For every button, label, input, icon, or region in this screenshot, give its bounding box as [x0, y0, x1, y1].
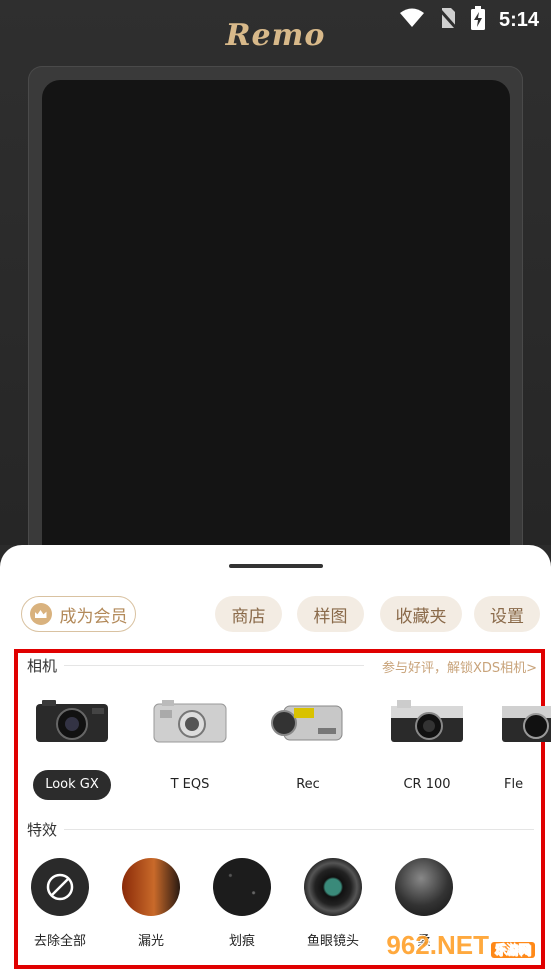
section-divider [64, 665, 364, 666]
selection-panel: 相机 参与好评，解锁XDS相机> Look GX T EQS Rec CR 10… [14, 649, 551, 969]
settings-label: 设置 [490, 606, 524, 627]
retro-camera-icon [502, 706, 551, 742]
camera-label: Fle [504, 777, 524, 792]
become-member-button[interactable]: 成为会员 [21, 596, 136, 632]
effect-label: 鱼眼镜头 [306, 934, 359, 949]
sheet-drag-handle[interactable] [229, 564, 323, 568]
site-watermark: 962.NET 乐游网 [386, 930, 535, 961]
favorites-label: 收藏夹 [395, 606, 447, 627]
shop-button[interactable]: 商店 [215, 596, 282, 632]
app-logo: Remo [225, 18, 326, 53]
favorites-button[interactable]: 收藏夹 [380, 596, 462, 632]
camera-item-rec[interactable]: Rec [263, 698, 353, 800]
camera-label: T EQS [170, 777, 210, 792]
effect-item-remove-all[interactable]: 去除全部 [18, 858, 102, 949]
unlock-promo-link[interactable]: 参与好评，解锁XDS相机> [382, 657, 537, 676]
camera-label: Look GX [33, 770, 111, 800]
camera-label: CR 100 [403, 777, 451, 792]
camera-preview-area: 5:14 Remo [0, 0, 551, 576]
fisheye-lens-icon [304, 858, 362, 916]
effect-item-fisheye[interactable]: 鱼眼镜头 [291, 858, 375, 949]
effect-label: 划痕 [228, 934, 255, 949]
camera-item-look-gx[interactable]: Look GX [27, 698, 117, 800]
watermark-subtitle: 乐游网 [490, 942, 535, 958]
rangefinder-camera-icon [391, 700, 463, 742]
soft-focus-thumbnail [395, 858, 453, 916]
section-divider [64, 829, 534, 830]
camcorder-icon [271, 705, 343, 741]
effect-item-light-leak[interactable]: 漏光 [109, 858, 193, 949]
camera-item-fle[interactable]: Fle [500, 698, 551, 800]
samples-label: 样图 [313, 606, 348, 627]
effect-label: 漏光 [137, 934, 164, 949]
viewfinder-screen[interactable] [42, 80, 510, 570]
cameras-section-title: 相机 [27, 657, 58, 675]
bottom-sheet: 成为会员 商店 样图 收藏夹 设置 相机 参与好评，解锁XDS相机> Look … [0, 545, 551, 979]
member-label: 成为会员 [59, 606, 128, 627]
camera-item-cr-100[interactable]: CR 100 [382, 698, 472, 800]
compact-camera-icon [36, 700, 108, 742]
effect-item-scratches[interactable]: 划痕 [200, 858, 284, 949]
effects-section-title: 特效 [27, 821, 58, 839]
light-leak-thumbnail [122, 858, 180, 916]
crown-icon [29, 603, 52, 625]
camera-label: Rec [296, 777, 320, 792]
compact-camera-icon [153, 700, 227, 743]
no-icon [31, 858, 89, 916]
watermark-suffix: .NET [429, 930, 489, 960]
settings-button[interactable]: 设置 [474, 596, 540, 632]
scratch-thumbnail [213, 858, 271, 916]
effect-label: 去除全部 [33, 934, 86, 949]
samples-button[interactable]: 样图 [297, 596, 364, 632]
shop-label: 商店 [231, 606, 266, 627]
watermark-number: 962 [386, 930, 430, 960]
camera-item-t-eqs[interactable]: T EQS [145, 698, 235, 800]
